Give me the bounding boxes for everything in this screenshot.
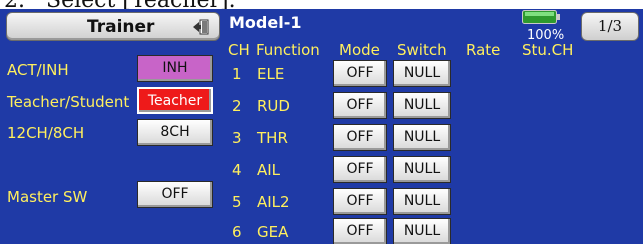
channel-function: THR	[257, 129, 288, 147]
channel-mode-button[interactable]: OFF	[333, 124, 387, 151]
channel-mode-button[interactable]: OFF	[333, 218, 387, 244]
master-sw-label: Master SW	[7, 188, 88, 206]
channel-number: 2	[232, 97, 242, 115]
screen-title: Trainer	[87, 17, 155, 37]
col-header-ch: CH	[228, 41, 250, 59]
act-inh-label: ACT/INH	[7, 61, 69, 79]
channel-number: 6	[232, 223, 242, 241]
trainer-screen: Trainer Model-1 100% 1/3 CH Function Mod…	[0, 9, 643, 244]
channel-mode-button[interactable]: OFF	[333, 156, 387, 183]
channel-switch-button[interactable]: NULL	[393, 156, 451, 183]
channel-number: 4	[232, 161, 242, 179]
col-header-stu-ch: Stu.CH	[522, 41, 574, 59]
master-sw-button[interactable]: OFF	[137, 181, 213, 208]
col-header-function: Function	[256, 41, 320, 59]
channel-switch-button[interactable]: NULL	[393, 218, 451, 244]
channel-function: RUD	[257, 97, 290, 115]
ch-mode-button[interactable]: 8CH	[137, 119, 213, 146]
ch-mode-label: 12CH/8CH	[7, 124, 85, 142]
channel-mode-button[interactable]: OFF	[333, 60, 387, 87]
page-indicator-button[interactable]: 1/3	[581, 12, 639, 41]
channel-number: 3	[232, 129, 242, 147]
col-header-switch: Switch	[397, 41, 447, 59]
col-header-mode: Mode	[339, 41, 380, 59]
model-name: Model-1	[229, 13, 302, 32]
battery-icon	[522, 10, 560, 24]
channel-function: AIL2	[257, 193, 290, 211]
teacher-student-label: Teacher/Student	[7, 93, 130, 111]
title-tab[interactable]: Trainer	[6, 12, 220, 41]
col-header-rate: Rate	[466, 41, 501, 59]
channel-switch-button[interactable]: NULL	[393, 60, 451, 87]
channel-switch-button[interactable]: NULL	[393, 124, 451, 151]
channel-number: 1	[232, 65, 242, 83]
channel-function: ELE	[257, 65, 285, 83]
channel-number: 5	[232, 193, 242, 211]
channel-mode-button[interactable]: OFF	[333, 188, 387, 215]
channel-switch-button[interactable]: NULL	[393, 188, 451, 215]
exit-door-icon[interactable]	[192, 19, 210, 35]
channel-switch-button[interactable]: NULL	[393, 92, 451, 119]
channel-mode-button[interactable]: OFF	[333, 92, 387, 119]
act-inh-button[interactable]: INH	[137, 55, 213, 82]
teacher-student-button[interactable]: Teacher	[137, 87, 213, 114]
channel-function: GEA	[257, 223, 289, 241]
channel-function: AIL	[257, 161, 281, 179]
